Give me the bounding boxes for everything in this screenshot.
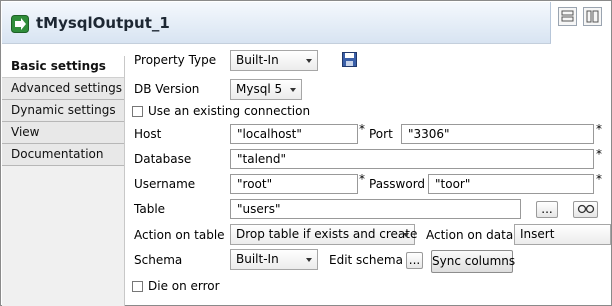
action-on-data-label: Action on data	[426, 228, 514, 242]
required-marker: *	[596, 147, 602, 161]
action-on-table-select[interactable]: Drop table if exists and create	[230, 224, 418, 245]
component-output-icon	[11, 15, 29, 33]
tab-basic-settings[interactable]: Basic settings	[2, 56, 124, 78]
host-field[interactable]: "localhost"	[230, 124, 358, 144]
table-field[interactable]: "users"	[230, 199, 521, 219]
action-on-table-label: Action on table	[134, 228, 225, 242]
tab-view[interactable]: View	[2, 122, 124, 144]
edit-schema-label: Edit schema	[329, 253, 403, 267]
schema-value: Built-In	[236, 252, 279, 266]
host-label: Host	[134, 127, 162, 141]
use-existing-connection-label: Use an existing connection	[148, 104, 311, 118]
use-existing-connection-checkbox[interactable]	[132, 106, 143, 117]
property-type-select[interactable]: Built-In	[230, 50, 318, 71]
password-field[interactable]: "toor"	[428, 174, 594, 194]
property-type-label: Property Type	[134, 53, 217, 67]
settings-sidebar: Basic settings Advanced settings Dynamic…	[2, 56, 125, 306]
db-version-select[interactable]: Mysql 5	[230, 79, 302, 100]
required-marker: *	[596, 172, 602, 186]
component-title: tMysqlOutput_1	[36, 14, 170, 32]
layout-vertical-icon[interactable]	[583, 7, 602, 26]
die-on-error-checkbox[interactable]	[132, 281, 143, 292]
glasses-icon	[577, 204, 594, 214]
action-on-table-value: Drop table if exists and create	[236, 227, 418, 241]
table-browse-button[interactable]: ...	[536, 201, 558, 218]
action-on-data-value: Insert	[520, 227, 555, 241]
save-icon[interactable]	[342, 52, 357, 67]
required-marker: *	[359, 172, 365, 186]
database-field[interactable]: "talend"	[230, 149, 594, 169]
die-on-error-label: Die on error	[148, 279, 220, 293]
chevron-down-icon	[403, 233, 409, 237]
tab-advanced-settings[interactable]: Advanced settings	[2, 78, 124, 100]
port-label: Port	[369, 127, 393, 141]
schema-select[interactable]: Built-In	[230, 249, 318, 270]
tab-documentation[interactable]: Documentation	[2, 144, 124, 166]
edit-schema-button[interactable]: ...	[406, 252, 423, 269]
username-field[interactable]: "root"	[230, 174, 358, 194]
db-version-value: Mysql 5	[236, 82, 283, 96]
port-field[interactable]: "3306"	[401, 124, 594, 144]
required-marker: *	[596, 122, 602, 136]
chevron-down-icon	[290, 88, 296, 92]
database-label: Database	[134, 152, 192, 166]
property-type-value: Built-In	[236, 53, 279, 67]
component-settings-panel: tMysqlOutput_1 Basic settings Advanced s…	[0, 0, 612, 306]
db-version-label: DB Version	[134, 82, 200, 96]
required-marker: *	[359, 122, 365, 136]
sync-columns-button[interactable]: Sync columns	[431, 250, 515, 273]
chevron-down-icon	[306, 258, 312, 262]
tab-dynamic-settings[interactable]: Dynamic settings	[2, 100, 124, 122]
table-preview-button[interactable]	[573, 201, 598, 218]
action-on-data-select[interactable]: Insert	[514, 224, 611, 245]
component-header: tMysqlOutput_1	[2, 2, 551, 44]
schema-label: Schema	[134, 253, 183, 267]
layout-horizontal-icon[interactable]	[558, 7, 577, 26]
table-label: Table	[134, 202, 166, 216]
username-label: Username	[134, 177, 196, 191]
chevron-down-icon	[306, 59, 312, 63]
password-label: Password	[369, 177, 426, 191]
